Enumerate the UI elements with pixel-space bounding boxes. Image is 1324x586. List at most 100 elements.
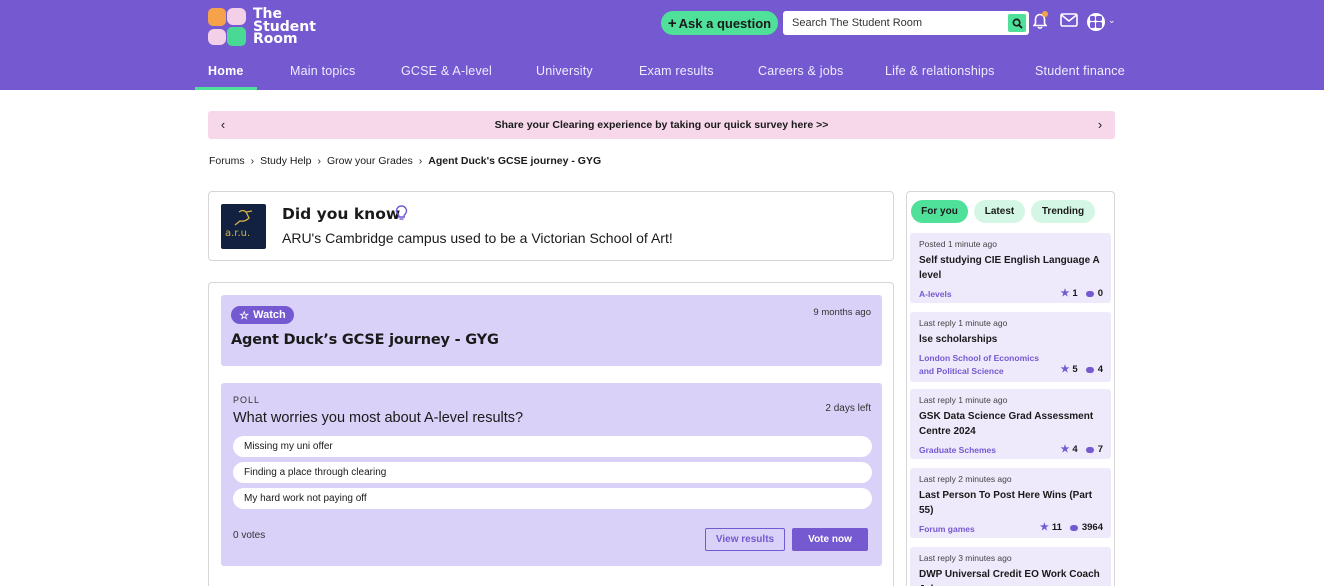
- poll-option[interactable]: Missing my uni offer: [233, 436, 872, 457]
- tab-for-you[interactable]: For you: [911, 200, 968, 223]
- card-title[interactable]: DWP Universal Credit EO Work Coach Job: [919, 567, 1105, 586]
- account-menu[interactable]: ⌄: [1087, 13, 1116, 33]
- star-icon: ★: [1039, 522, 1049, 533]
- thread-title: Agent Duck’s GCSE journey - GYG: [231, 332, 499, 348]
- nav-item-main-topics[interactable]: Main topics: [290, 64, 355, 78]
- nav-active-indicator: [195, 87, 257, 90]
- card-star-count: 5: [1072, 364, 1078, 375]
- search-icon: [1012, 18, 1023, 29]
- star-icon: ★: [1060, 444, 1070, 455]
- announcement-banner: Share your Clearing experience by taking…: [208, 111, 1115, 139]
- discussion-card[interactable]: Last reply 3 minutes ago DWP Universal C…: [910, 547, 1111, 586]
- thread-timestamp: 9 months ago: [813, 307, 871, 318]
- nav-item-exam-results[interactable]: Exam results: [639, 64, 714, 78]
- card-category[interactable]: Forum games: [919, 523, 1049, 536]
- reply-icon: [1085, 446, 1094, 453]
- breadcrumb-grow-your-grades[interactable]: Grow your Grades: [327, 155, 413, 167]
- nav-item-university[interactable]: University: [536, 64, 593, 78]
- card-reply-count: 0: [1097, 288, 1103, 299]
- site-logo[interactable]: The Student Room: [208, 7, 328, 48]
- card-meta: Last reply 1 minute ago: [919, 395, 1008, 405]
- aru-logo[interactable]: a.r.u.: [221, 204, 266, 249]
- discussion-sidebar: For you Latest Trending Posted 1 minute …: [906, 191, 1115, 586]
- search-box: [783, 11, 1029, 35]
- card-category[interactable]: A-levels: [919, 288, 1049, 301]
- chevron-right-icon: ›: [317, 155, 321, 167]
- discussion-card[interactable]: Last reply 1 minute ago GSK Data Science…: [910, 389, 1111, 459]
- avatar-icon: [1090, 16, 1102, 28]
- poll-panel: POLL What worries you most about A-level…: [221, 383, 882, 566]
- card-title[interactable]: Self studying CIE English Language A lev…: [919, 253, 1105, 283]
- star-outline-icon: ☆: [239, 309, 250, 322]
- thread-header: ☆ Watch 9 months ago Agent Duck’s GCSE j…: [221, 295, 882, 366]
- nav-item-home[interactable]: Home: [208, 64, 244, 78]
- poll-question: What worries you most about A-level resu…: [233, 410, 524, 426]
- chevron-left-icon[interactable]: ‹: [213, 111, 233, 139]
- poll-time-left: 2 days left: [825, 403, 871, 414]
- card-star-count: 1: [1072, 288, 1078, 299]
- card-category[interactable]: Graduate Schemes: [919, 444, 1049, 457]
- tab-trending[interactable]: Trending: [1031, 200, 1095, 223]
- card-stats: ★ 4 7: [1060, 444, 1103, 455]
- card-stats: ★ 1 0: [1060, 288, 1103, 299]
- ask-question-label: Ask a question: [678, 15, 772, 31]
- poll-option[interactable]: My hard work not paying off: [233, 488, 872, 509]
- discussion-card[interactable]: Last reply 2 minutes ago Last Person To …: [910, 468, 1111, 538]
- site-header: The Student Room + Ask a question ⌄ Home…: [0, 0, 1324, 90]
- chevron-right-icon: ›: [418, 155, 423, 167]
- notifications-button[interactable]: [1032, 11, 1048, 35]
- watch-button[interactable]: ☆ Watch: [231, 306, 294, 324]
- card-title[interactable]: GSK Data Science Grad Assessment Centre …: [919, 409, 1105, 439]
- discussion-card[interactable]: Last reply 1 minute ago lse scholarships…: [910, 312, 1111, 382]
- chevron-right-icon[interactable]: ›: [1090, 111, 1110, 139]
- card-star-count: 11: [1051, 522, 1062, 533]
- logo-shape: [227, 27, 246, 46]
- did-you-know-text: ARU's Cambridge campus used to be a Vict…: [282, 230, 673, 246]
- nav-item-student-finance[interactable]: Student finance: [1035, 64, 1125, 78]
- poll-label: POLL: [233, 395, 261, 405]
- chevron-right-icon: ›: [250, 155, 255, 167]
- messages-button[interactable]: [1060, 13, 1078, 32]
- star-icon: ★: [1060, 364, 1070, 375]
- banner-link[interactable]: Share your Clearing experience by taking…: [208, 111, 1115, 139]
- card-stats: ★ 11 3964: [1040, 522, 1103, 533]
- card-meta: Posted 1 minute ago: [919, 239, 997, 249]
- search-input[interactable]: [783, 11, 1003, 35]
- discussion-card[interactable]: Posted 1 minute ago Self studying CIE En…: [910, 233, 1111, 303]
- chevron-down-icon: ⌄: [1108, 15, 1116, 25]
- card-star-count: 4: [1072, 444, 1078, 455]
- nav-item-gcse-a-level[interactable]: GCSE & A-level: [401, 64, 492, 78]
- nav-item-careers-jobs[interactable]: Careers & jobs: [758, 64, 843, 78]
- vote-now-button[interactable]: Vote now: [792, 528, 868, 551]
- card-meta: Last reply 1 minute ago: [919, 318, 1008, 328]
- ask-question-button[interactable]: + Ask a question: [661, 11, 778, 35]
- poll-option[interactable]: Finding a place through clearing: [233, 462, 872, 483]
- card-reply-count: 7: [1097, 444, 1103, 455]
- search-button[interactable]: [1008, 14, 1026, 32]
- did-you-know-title: Did you know: [282, 205, 401, 223]
- aru-logo-text: a.r.u.: [225, 228, 251, 239]
- view-results-button[interactable]: View results: [705, 528, 785, 551]
- breadcrumb-study-help[interactable]: Study Help: [260, 155, 311, 167]
- notification-dot: [1042, 11, 1048, 17]
- breadcrumb-current: Agent Duck's GCSE journey - GYG: [428, 155, 602, 167]
- card-reply-count: 4: [1097, 364, 1103, 375]
- nav-item-life-relationships[interactable]: Life & relationships: [885, 64, 995, 78]
- watch-label: Watch: [253, 309, 286, 321]
- card-title[interactable]: Last Person To Post Here Wins (Part 55): [919, 488, 1105, 518]
- reply-icon: [1069, 524, 1078, 531]
- card-category[interactable]: London School of Economics and Political…: [919, 352, 1049, 377]
- card-meta: Last reply 3 minutes ago: [919, 553, 1012, 563]
- plus-icon: +: [667, 14, 677, 32]
- did-you-know-card: a.r.u. Did you know ARU's Cambridge camp…: [208, 191, 894, 261]
- poll-vote-count: 0 votes: [233, 530, 266, 541]
- breadcrumb-forums[interactable]: Forums: [209, 155, 245, 167]
- logo-shape: [227, 8, 246, 25]
- logo-shape: [208, 8, 226, 26]
- card-title[interactable]: lse scholarships: [919, 332, 1105, 347]
- breadcrumb: Forums › Study Help › Grow your Grades › Agent…: [209, 155, 601, 167]
- star-icon: ★: [1060, 288, 1070, 299]
- tab-latest[interactable]: Latest: [974, 200, 1025, 223]
- card-meta: Last reply 2 minutes ago: [919, 474, 1012, 484]
- reply-icon: [1085, 366, 1094, 373]
